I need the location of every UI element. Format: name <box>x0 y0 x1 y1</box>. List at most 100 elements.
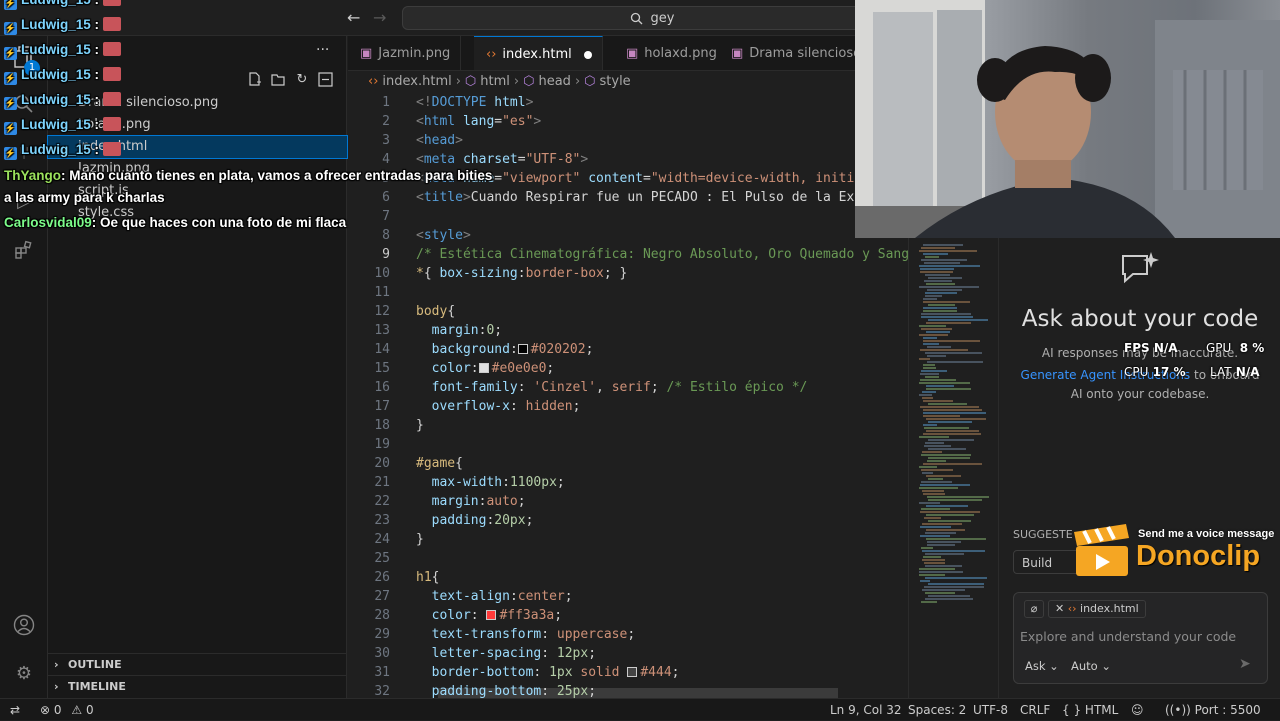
line-number: 12 <box>374 304 390 319</box>
minimap[interactable] <box>908 236 998 698</box>
code-line[interactable]: 4 <meta charset="UTF-8"> <box>348 150 908 169</box>
code-token: #game <box>416 456 456 471</box>
code-line[interactable]: 7 <box>348 207 908 226</box>
breadcrumb-item[interactable]: html <box>480 74 510 89</box>
code-line[interactable]: 30 letter-spacing: 12px; <box>348 644 908 663</box>
code-line[interactable]: 9 /* Estética Cinematográfica: Negro Abso… <box>348 245 908 264</box>
new-file-icon[interactable] <box>245 72 263 90</box>
code-line[interactable]: 28 color: #ff3a3a; <box>348 606 908 625</box>
live-server-port[interactable]: ((•)) Port : 5500 <box>1165 699 1261 721</box>
code-line[interactable]: 12 body{ <box>348 302 908 321</box>
code-line[interactable]: 14 background: #020202; <box>348 340 908 359</box>
extensions-icon[interactable] <box>12 240 36 264</box>
code-line[interactable]: 20 #game{ <box>348 454 908 473</box>
code-line[interactable]: 13 margin:0; <box>348 321 908 340</box>
editor-tab[interactable]: ▣ holaxd.png <box>614 36 728 70</box>
account-icon[interactable] <box>12 614 36 638</box>
indentation[interactable]: Spaces: 2 <box>908 699 966 721</box>
breadcrumb-item[interactable]: style <box>600 74 631 89</box>
code-line[interactable]: 18} <box>348 416 908 435</box>
color-swatch[interactable] <box>517 344 528 354</box>
problems-indicator[interactable]: ⊗ 0 ⚠ 0 <box>40 699 94 721</box>
outline-section-header[interactable]: › OUTLINE <box>48 653 347 675</box>
code-line[interactable]: 23 padding:20px; <box>348 511 908 530</box>
minimap-line <box>922 550 985 552</box>
code-line[interactable]: 16 font-family: 'Cinzel', serif; /* Esti… <box>348 378 908 397</box>
code-token: color <box>431 361 471 376</box>
new-folder-icon[interactable] <box>269 72 287 90</box>
color-swatch[interactable] <box>478 363 489 373</box>
model-auto-dropdown[interactable]: Auto ⌄ <box>1071 659 1111 673</box>
collapse-all-icon[interactable] <box>316 72 334 90</box>
color-swatch[interactable] <box>627 667 638 677</box>
cursor-position[interactable]: Ln 9, Col 32 <box>830 699 902 721</box>
chat-input-box[interactable]: ⌀ ✕ ‹› index.html Explore and understand… <box>1013 592 1268 684</box>
code-line[interactable]: 31 border-bottom: 1px solid #444; <box>348 663 908 682</box>
code-line[interactable]: 19 <box>348 435 908 454</box>
attach-icon[interactable]: ⌀ <box>1024 600 1044 618</box>
mode-ask-dropdown[interactable]: Ask ⌄ <box>1025 659 1059 673</box>
command-center-search[interactable]: gey <box>402 6 902 30</box>
minimap-line <box>919 436 949 438</box>
minimap-line <box>922 391 936 393</box>
code-editor[interactable]: 1 <!DOCTYPE html> 2 <html lang="es"> 3 <head>… <box>348 93 908 698</box>
code-token: body <box>416 304 448 319</box>
back-arrow-icon[interactable]: ← <box>347 8 360 27</box>
editor-tab[interactable]: ‹› index.html <box>474 36 603 70</box>
chat-input-placeholder[interactable]: Explore and understand your code <box>1020 629 1236 644</box>
breadcrumb-item[interactable]: index.html <box>382 74 451 89</box>
code-line[interactable]: 11 <box>348 283 908 302</box>
code-line[interactable]: 32 padding-bottom: 25px; <box>348 682 908 698</box>
code-token: ; <box>556 475 565 490</box>
encoding[interactable]: UTF-8 <box>973 699 1008 721</box>
minimap-line <box>919 325 946 327</box>
code-token: ; <box>564 589 573 604</box>
code-line[interactable]: 1 <!DOCTYPE html> <box>348 93 908 112</box>
code-line[interactable]: 3 <head> <box>348 131 908 150</box>
code-line[interactable]: 15 color: #e0e0e0; <box>348 359 908 378</box>
code-line[interactable]: 24} <box>348 530 908 549</box>
remote-icon[interactable]: ⇄ <box>10 699 20 721</box>
code-line[interactable]: 22 margin:auto; <box>348 492 908 511</box>
close-icon[interactable]: ✕ <box>1055 602 1064 615</box>
timeline-section-header[interactable]: › TIMELINE <box>48 675 347 697</box>
code-line[interactable]: 10 *{ box-sizing:border-box; } <box>348 264 908 283</box>
code-line[interactable]: 17 overflow-x: hidden; <box>348 397 908 416</box>
code-line[interactable]: 25 <box>348 549 908 568</box>
code-line[interactable]: 29 text-transform: uppercase; <box>348 625 908 644</box>
webcam-overlay <box>855 0 1280 238</box>
code-text: max-width:1100px; <box>416 473 565 492</box>
settings-gear-icon[interactable]: ⚙ <box>12 662 36 686</box>
end-of-line[interactable]: CRLF <box>1020 699 1050 721</box>
minimap-line <box>925 442 944 444</box>
editor-tab[interactable]: ▣ Jazmin.png <box>348 36 462 70</box>
breadcrumb-item[interactable]: head <box>538 74 570 89</box>
minimap-line <box>921 247 955 249</box>
refresh-icon[interactable]: ↻ <box>293 72 311 90</box>
code-line[interactable]: 21 max-width:1100px; <box>348 473 908 492</box>
code-line[interactable]: 6 <title>Cuando Respirar fue un PECADO : … <box>348 188 908 207</box>
minimap-line <box>923 337 937 339</box>
chat-username: Ludwig_15 <box>21 17 91 32</box>
code-line[interactable]: 2 <html lang="es"> <box>348 112 908 131</box>
more-actions-icon[interactable]: ··· <box>316 42 329 58</box>
code-token: 1px <box>549 665 573 680</box>
context-chip[interactable]: ✕ ‹› index.html <box>1048 600 1146 618</box>
chat-separator: : <box>90 92 100 107</box>
send-icon[interactable]: ➤ <box>1239 656 1251 672</box>
copilot-icon[interactable]: ☺ <box>1131 699 1144 721</box>
code-token: Cuando Respirar fue un PECADO : El Pulso… <box>470 190 863 205</box>
code-line[interactable]: 27 text-align:center; <box>348 587 908 606</box>
language-mode[interactable]: { } HTML <box>1062 699 1118 721</box>
forward-arrow-icon[interactable]: → <box>373 8 386 27</box>
activity-bar: 1 ⑂ ▷ ⚙ <box>0 36 48 698</box>
code-line[interactable]: 26 h1{ <box>348 568 908 587</box>
code-line[interactable]: 8 <style> <box>348 226 908 245</box>
minimap-line <box>925 598 973 600</box>
code-token: ; <box>585 342 594 357</box>
color-swatch[interactable] <box>486 610 497 620</box>
unsaved-dot-icon[interactable] <box>583 50 592 59</box>
editor-tab[interactable]: ▣ Drama silencioso.png <box>719 36 855 70</box>
html-file-icon: ‹› <box>1067 602 1077 615</box>
